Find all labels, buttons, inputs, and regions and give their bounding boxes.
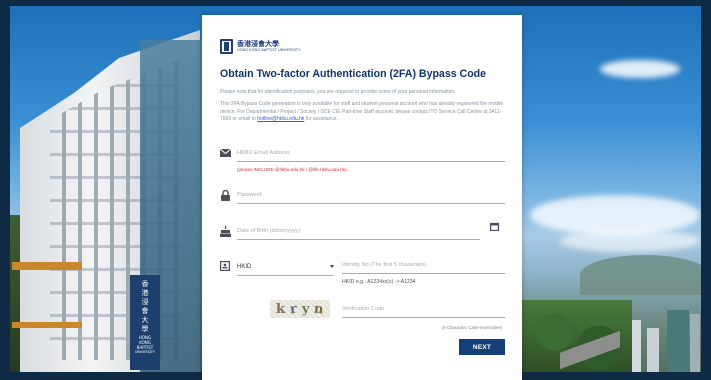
- sign-line: 香: [141, 280, 149, 288]
- cloud: [530, 195, 700, 235]
- tower: [667, 310, 689, 380]
- sign-line: UNIVERSITY: [134, 350, 156, 354]
- bypass-code-card: 香港浸會大學 HONG KONG BAPTIST UNIVERSITY Obta…: [202, 15, 522, 380]
- captcha-image: k r y n: [270, 300, 330, 318]
- lock-icon: [219, 189, 231, 201]
- university-logo: 香港浸會大學 HONG KONG BAPTIST UNIVERSITY: [220, 39, 301, 54]
- hint-domains: @hkbu.edu.hk / @life.hkbu.edu.hk: [274, 167, 346, 172]
- verification-code-field[interactable]: [342, 304, 505, 318]
- captcha-char: k: [276, 301, 286, 317]
- road: [560, 320, 620, 380]
- building-band: [12, 322, 82, 328]
- verification-case-hint: (4-Character, Case-insensitive): [441, 325, 502, 330]
- id-card-icon: [219, 260, 231, 272]
- tower: [690, 314, 700, 380]
- captcha-char: r: [289, 301, 298, 317]
- identity-number-field[interactable]: [342, 260, 505, 274]
- sign-line: 學: [141, 325, 149, 333]
- info-text-end: for assistance.: [304, 116, 338, 122]
- identification-note: Please note that for identification purp…: [220, 89, 456, 95]
- tower: [632, 320, 641, 380]
- envelope-icon: [219, 147, 231, 159]
- logo-mark-icon: [220, 39, 233, 54]
- tower: [647, 328, 659, 380]
- building-sign-text: 香 港 浸 會 大 學 HONG KONG BAPTIST UNIVERSITY: [132, 280, 158, 355]
- password-field[interactable]: [237, 190, 505, 204]
- date-of-birth-field[interactable]: [237, 226, 480, 240]
- building-band: [12, 262, 82, 270]
- captcha-char: y: [301, 301, 310, 317]
- sign-line: 港: [141, 289, 149, 297]
- page-title: Obtain Two-factor Authentication (2FA) B…: [220, 68, 487, 80]
- hint-suffix: ): [345, 167, 347, 172]
- sign-line: 大: [141, 316, 149, 324]
- hotline-email-link[interactable]: hotline@hkbu.edu.hk: [257, 116, 304, 122]
- logo-english: HONG KONG BAPTIST UNIVERSITY: [237, 47, 301, 52]
- email-domain-hint: (please INCLUDE @hkbu.edu.hk / @life.hkb…: [237, 167, 347, 172]
- chevron-down-icon: [330, 265, 334, 268]
- logo-text: 香港浸會大學 HONG KONG BAPTIST UNIVERSITY: [237, 39, 301, 53]
- calendar-icon[interactable]: [488, 220, 500, 232]
- hint-prefix: (please INCLUDE: [237, 167, 275, 172]
- sign-line: 會: [141, 307, 149, 315]
- cloud: [600, 60, 680, 78]
- email-field[interactable]: [237, 148, 505, 162]
- id-type-value: HKID: [237, 263, 252, 270]
- next-button[interactable]: NEXT: [459, 339, 505, 355]
- availability-info: This 2FA Bypass Code generation is only …: [220, 101, 510, 124]
- sign-line: 浸: [141, 298, 149, 306]
- hkid-example: HKID e.g.: A1234xx(x) -> A1234: [342, 279, 416, 285]
- id-type-select[interactable]: HKID: [237, 260, 334, 276]
- logo-chinese: 香港浸會大學: [237, 39, 279, 48]
- cake-icon: [219, 225, 231, 237]
- captcha-char: n: [313, 301, 325, 317]
